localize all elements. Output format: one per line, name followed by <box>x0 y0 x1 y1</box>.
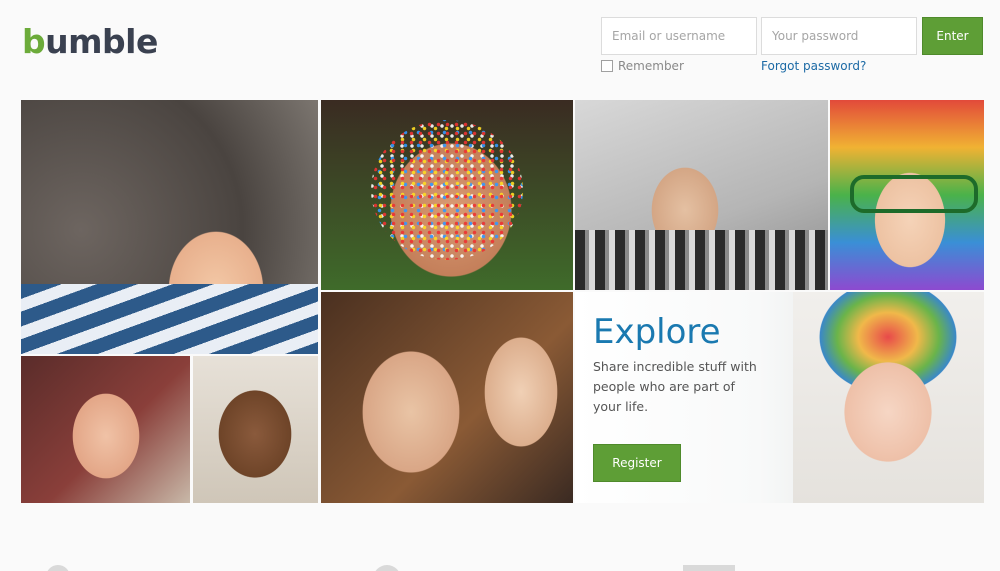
login-form: Enter Remember Forgot password? <box>600 17 984 77</box>
logo-letter-b: b <box>22 22 46 61</box>
bumble-logo[interactable]: bumble <box>22 22 158 61</box>
enter-button[interactable]: Enter <box>922 17 983 55</box>
photo-rainbow-hair-girl <box>830 100 984 290</box>
remember-checkbox-row[interactable]: Remember <box>601 59 684 73</box>
feature-circle-icon <box>46 565 70 571</box>
explore-panel: Explore Share incredible stuff with peop… <box>575 292 984 503</box>
photo-kissing-couple <box>321 292 573 503</box>
remember-checkbox[interactable] <box>601 60 613 72</box>
photo-couple-lying <box>575 100 828 290</box>
feature-circle-icon <box>373 565 401 571</box>
photo-baby-knit-hat <box>793 292 984 503</box>
feature-box-icon <box>683 565 735 571</box>
forgot-password-link[interactable]: Forgot password? <box>761 59 866 73</box>
photo-baby-mustache <box>21 100 318 354</box>
explore-description: Share incredible stuff with people who a… <box>593 359 757 414</box>
register-button[interactable]: Register <box>593 444 681 482</box>
remember-label: Remember <box>618 59 684 73</box>
photo-sprinkles-face <box>321 100 573 290</box>
photo-toddler <box>193 356 318 503</box>
password-input[interactable] <box>761 17 917 55</box>
email-input[interactable] <box>601 17 757 55</box>
explore-title: Explore <box>593 312 721 352</box>
logo-text: umble <box>45 22 158 61</box>
photo-finger-mustache <box>21 356 190 503</box>
